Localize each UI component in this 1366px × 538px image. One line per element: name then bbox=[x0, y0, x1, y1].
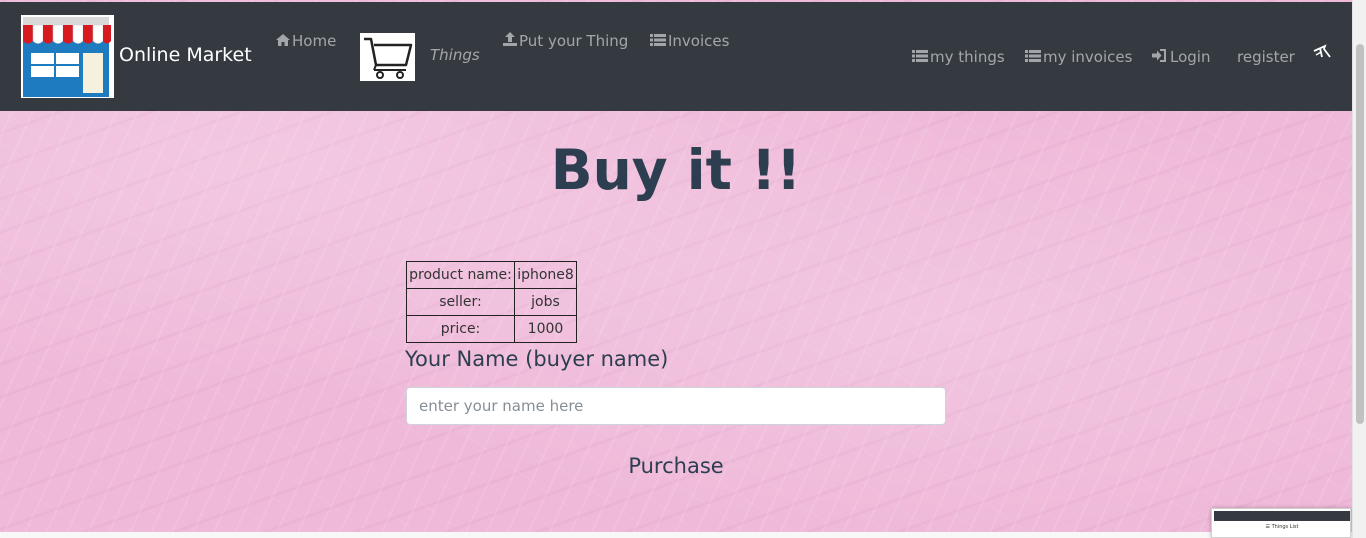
bottom-edge bbox=[0, 532, 1352, 538]
table-row: product name: iphone8 bbox=[406, 261, 577, 289]
brand-name[interactable]: Online Market bbox=[119, 44, 252, 66]
nav-register-label: register bbox=[1237, 48, 1295, 66]
nav-register-link[interactable]: register bbox=[1237, 48, 1295, 66]
product-name-value: iphone8 bbox=[514, 261, 577, 289]
nav-my-things-link[interactable]: my things bbox=[912, 48, 1005, 66]
cart-icon[interactable] bbox=[360, 33, 415, 81]
product-info-table: product name: iphone8 seller: jobs price… bbox=[406, 261, 577, 343]
price-value: 1000 bbox=[514, 315, 577, 343]
nav-invoices-link[interactable]: Invoices bbox=[650, 32, 729, 50]
login-icon bbox=[1152, 48, 1166, 66]
nav-home-link[interactable]: Home bbox=[276, 32, 336, 50]
list-icon bbox=[650, 32, 666, 50]
nav-things-link[interactable]: Things bbox=[430, 46, 480, 64]
list-icon bbox=[912, 48, 928, 66]
page-preview-thumbnail[interactable]: ☰ Things List bbox=[1211, 508, 1351, 538]
upload-icon bbox=[503, 32, 517, 50]
list-icon bbox=[1025, 48, 1041, 66]
nav-put-thing-label: Put your Thing bbox=[519, 32, 629, 50]
preview-navbar bbox=[1214, 511, 1350, 521]
home-icon bbox=[276, 32, 290, 50]
preview-title: ☰ Things List bbox=[1212, 524, 1350, 530]
navbar: Online Market Home Things Put your Thing… bbox=[0, 2, 1352, 111]
store-logo-icon[interactable] bbox=[21, 15, 114, 98]
nav-my-invoices-label: my invoices bbox=[1043, 48, 1133, 66]
buyer-name-label: Your Name (buyer name) bbox=[405, 347, 669, 371]
product-name-label: product name: bbox=[406, 261, 515, 289]
seller-label: seller: bbox=[406, 288, 515, 316]
scrollbar-thumb[interactable] bbox=[1356, 44, 1364, 424]
page-title: Buy it !! bbox=[550, 138, 802, 202]
price-label: price: bbox=[406, 315, 515, 343]
nav-my-things-label: my things bbox=[930, 48, 1005, 66]
table-row: price: 1000 bbox=[406, 315, 577, 343]
vertical-scrollbar[interactable] bbox=[1352, 0, 1366, 538]
nav-login-label: Login bbox=[1170, 48, 1211, 66]
nav-home-label: Home bbox=[292, 32, 337, 50]
nav-put-thing-link[interactable]: Put your Thing bbox=[503, 32, 628, 50]
buyer-name-input[interactable] bbox=[406, 387, 946, 425]
seller-value: jobs bbox=[514, 288, 577, 316]
table-row: seller: jobs bbox=[406, 288, 577, 316]
preview-title-text: Things List bbox=[1271, 524, 1299, 530]
nav-my-invoices-link[interactable]: my invoices bbox=[1025, 48, 1132, 66]
nav-login-link[interactable]: Login bbox=[1152, 48, 1210, 66]
language-icon[interactable] bbox=[1312, 43, 1332, 61]
nav-invoices-label: Invoices bbox=[668, 32, 730, 50]
purchase-button[interactable]: Purchase bbox=[612, 449, 740, 483]
